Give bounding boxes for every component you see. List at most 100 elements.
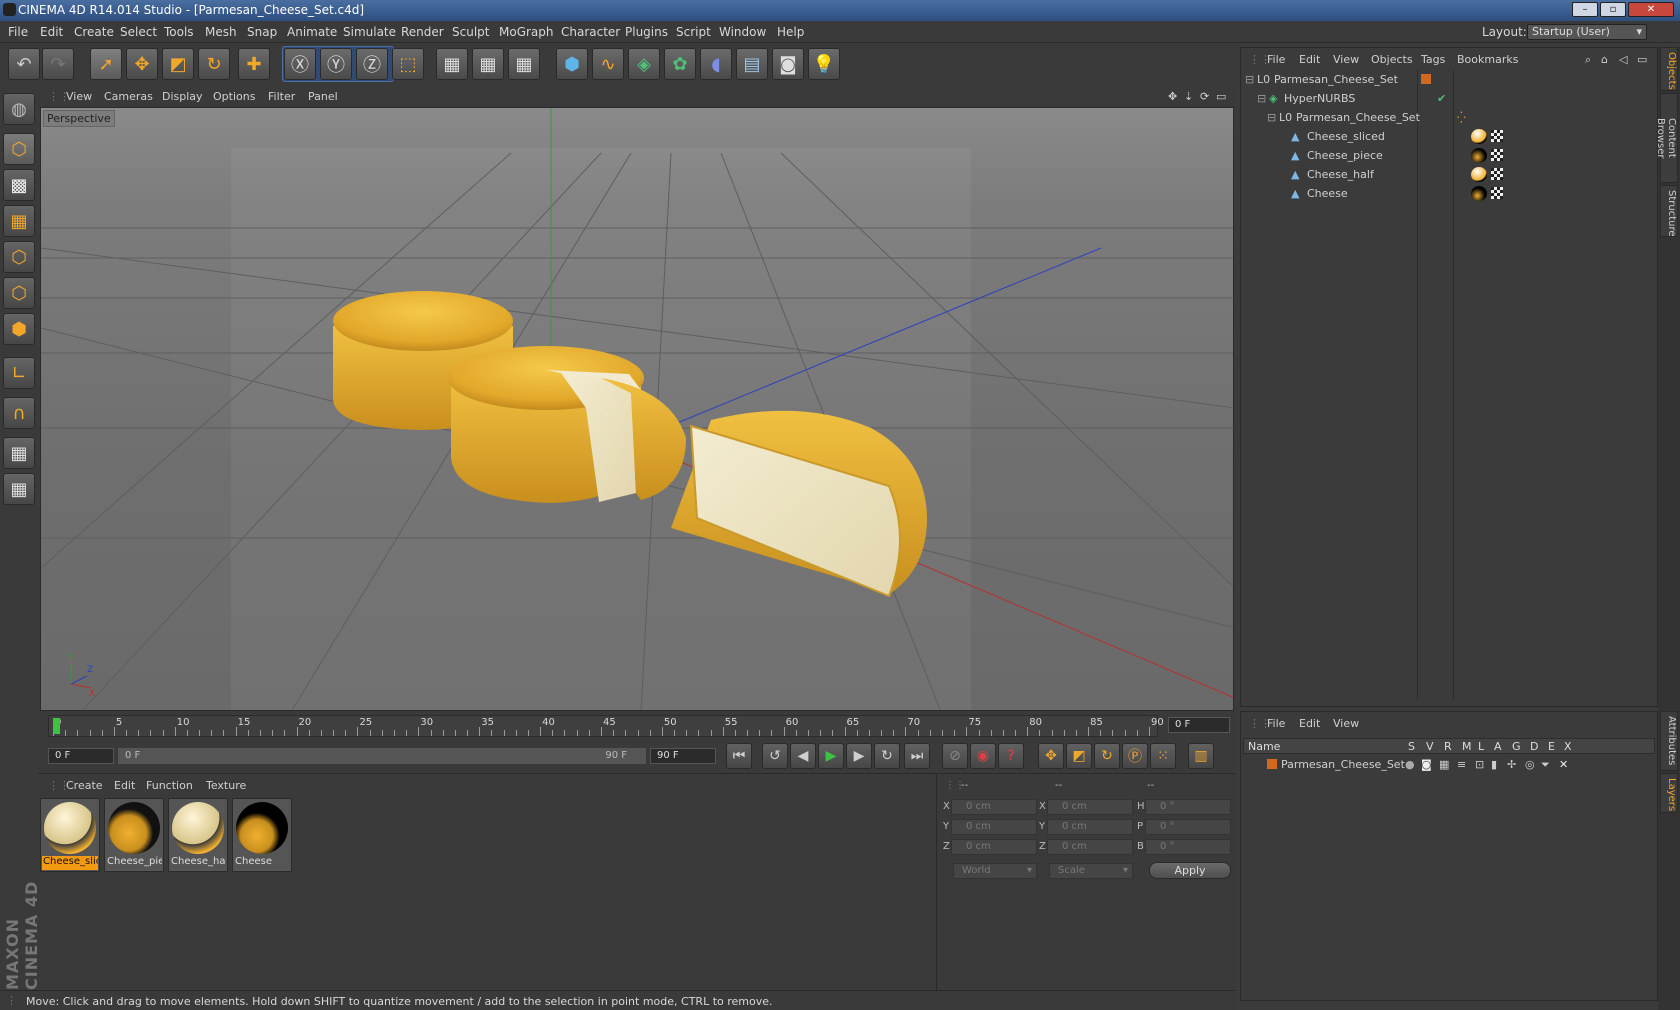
menu-mograph[interactable]: MoGraph (499, 25, 554, 39)
tag-icon[interactable]: ⁛ (1457, 111, 1466, 124)
polygons-mode-button[interactable]: ⬢ (3, 313, 35, 345)
tab-layers[interactable]: Layers (1660, 773, 1678, 813)
nurbs-button[interactable]: ◈ (628, 48, 660, 80)
col-generators[interactable]: G (1512, 740, 1521, 753)
model-mode-button[interactable]: ⬡ (3, 133, 35, 165)
cube-button[interactable]: ⬢ (556, 48, 588, 80)
x-axis-button[interactable]: Ⓧ (284, 48, 316, 80)
material-tag-icon[interactable] (1471, 129, 1487, 144)
object-row[interactable]: ▲ Cheese_piece (1241, 146, 1657, 165)
record-active-button[interactable]: ⊘ (942, 743, 968, 769)
coordinate-system-button[interactable]: ⬚ (392, 48, 424, 80)
menu-tools[interactable]: Tools (164, 25, 194, 39)
material-cheese-half[interactable]: Cheese_half (168, 798, 228, 872)
col-manager[interactable]: M (1462, 740, 1472, 753)
close-button[interactable]: ✕ (1628, 2, 1674, 17)
viewport-maximize-icon[interactable]: ▭ (1216, 90, 1226, 103)
layer-menu-view[interactable]: View (1333, 717, 1359, 730)
frame-range-slider[interactable]: 0 F 90 F (118, 748, 646, 764)
rot-p-field[interactable]: 0 ° (1145, 819, 1231, 835)
menu-create[interactable]: Create (74, 25, 114, 39)
perspective-viewport[interactable]: Y Z X Perspective (40, 107, 1234, 711)
goto-start-button[interactable]: ⏮ (726, 743, 752, 769)
material-menu-edit[interactable]: Edit (114, 779, 135, 792)
workplane-lock-button[interactable]: ▦ (3, 437, 35, 469)
viewport-menu-options[interactable]: Options (213, 90, 255, 103)
tab-objects[interactable]: Objects (1660, 47, 1678, 91)
col-render[interactable]: R (1444, 740, 1452, 753)
pos-z-field[interactable]: 0 cm (951, 839, 1037, 855)
menu-mesh[interactable]: Mesh (205, 25, 237, 39)
texture-tag-icon[interactable] (1491, 168, 1503, 180)
key-pla-button[interactable]: ⁙ (1150, 743, 1176, 769)
maximize-button[interactable]: ▫ (1600, 2, 1626, 17)
coordinate-space-dropdown[interactable]: World ▾ (953, 863, 1037, 879)
viewport-rotate-icon[interactable]: ⟳ (1200, 90, 1209, 103)
viewport-menu-display[interactable]: Display (162, 90, 203, 103)
col-locked[interactable]: L (1478, 740, 1484, 753)
points-mode-button[interactable]: ⬡ (3, 241, 35, 273)
deformer-icon[interactable]: ◎ (1525, 758, 1535, 771)
snap-button[interactable]: ∩ (3, 397, 35, 429)
col-name[interactable]: Name (1248, 740, 1280, 753)
om-menu-objects[interactable]: Objects (1371, 53, 1413, 66)
end-frame-field[interactable]: 90 F (650, 748, 716, 764)
om-menu-edit[interactable]: Edit (1299, 53, 1320, 66)
tab-attributes[interactable]: Attributes (1660, 711, 1678, 771)
timeline-ruler[interactable]: 051015202530354045505560657075808590 (48, 715, 1164, 737)
expression-icon[interactable]: ⏷ (1541, 758, 1550, 772)
z-axis-button[interactable]: Ⓩ (356, 48, 388, 80)
menu-window[interactable]: Window (719, 25, 766, 39)
menu-script[interactable]: Script (676, 25, 711, 39)
move-tool-button[interactable]: ✥ (126, 48, 158, 80)
collapse-icon[interactable]: ⊟ (1267, 111, 1276, 124)
col-expressions[interactable]: E (1548, 740, 1555, 753)
workplane-mode-button[interactable]: ▦ (3, 205, 35, 237)
key-scale-button[interactable]: ◩ (1066, 743, 1092, 769)
rot-h-field[interactable]: 0 ° (1145, 799, 1231, 815)
redo-button[interactable]: ↷ (42, 48, 74, 80)
layer-menu-edit[interactable]: Edit (1299, 717, 1320, 730)
rot-b-field[interactable]: 0 ° (1145, 839, 1231, 855)
col-animation[interactable]: A (1494, 740, 1502, 753)
material-cheese[interactable]: Cheese (232, 798, 292, 872)
next-frame-button[interactable]: ▶ (846, 743, 872, 769)
viewport-move-icon[interactable]: ✥ (1168, 90, 1177, 103)
key-parameter-button[interactable]: Ⓟ (1122, 743, 1148, 769)
last-tool-button[interactable]: ✚ (238, 48, 270, 80)
tab-content-browser[interactable]: Content Browser (1655, 93, 1678, 183)
solo-icon[interactable]: ● (1405, 758, 1415, 771)
layer-menu-file[interactable]: File (1267, 717, 1285, 730)
back-icon[interactable]: ◁ (1619, 53, 1627, 66)
material-tag-icon[interactable] (1471, 148, 1487, 163)
pos-x-field[interactable]: 0 cm (951, 799, 1037, 815)
keyframe-selection-button[interactable]: ? (998, 743, 1024, 769)
key-rotation-button[interactable]: ↻ (1094, 743, 1120, 769)
menu-plugins[interactable]: Plugins (625, 25, 668, 39)
tab-structure[interactable]: Structure (1660, 185, 1678, 237)
home-icon[interactable]: ⌂ (1601, 53, 1608, 66)
apply-button[interactable]: Apply (1149, 862, 1231, 879)
render-settings-button[interactable]: ▦ (508, 48, 540, 80)
menu-animate[interactable]: Animate (287, 25, 337, 39)
scheme-button[interactable]: ▥ (1188, 743, 1214, 769)
material-cheese-piece[interactable]: Cheese_piece (104, 798, 164, 872)
minimize-button[interactable]: – (1572, 2, 1598, 17)
om-menu-bookmarks[interactable]: Bookmarks (1457, 53, 1518, 66)
collapse-icon[interactable]: ⊟ (1245, 73, 1254, 86)
material-menu-texture[interactable]: Texture (206, 779, 246, 792)
floor-button[interactable]: ▤ (736, 48, 768, 80)
scale-tool-button[interactable]: ◩ (162, 48, 194, 80)
texture-mode-button[interactable]: ▩ (3, 169, 35, 201)
current-frame-field[interactable]: 0 F (1168, 717, 1230, 733)
animation-icon[interactable]: ▮ (1491, 758, 1497, 771)
camera-button[interactable]: ◙ (772, 48, 804, 80)
object-row[interactable]: ▲ Cheese (1241, 184, 1657, 203)
eye-icon[interactable]: ◙ (1421, 758, 1432, 771)
checkmark-icon[interactable]: ✔ (1437, 92, 1446, 105)
texture-tag-icon[interactable] (1491, 149, 1503, 161)
material-tag-icon[interactable] (1471, 186, 1487, 201)
menu-character[interactable]: Character (561, 25, 620, 39)
xref-icon[interactable]: ✕ (1559, 758, 1568, 771)
make-editable-button[interactable]: ◍ (3, 93, 35, 125)
